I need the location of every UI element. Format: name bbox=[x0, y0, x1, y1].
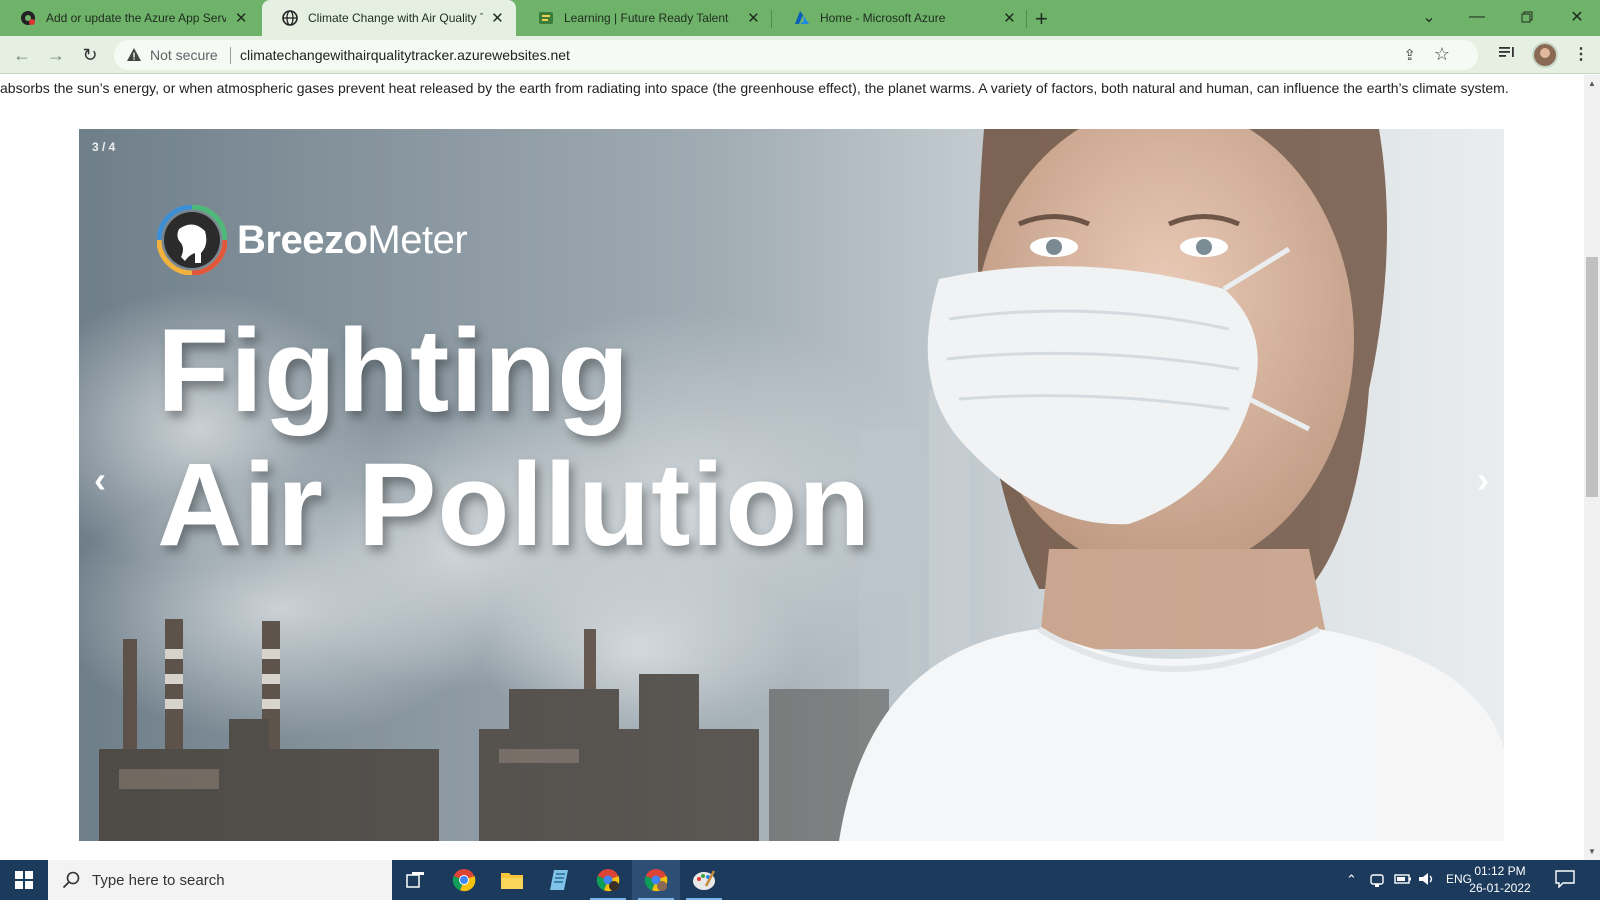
taskbar-notepad[interactable] bbox=[536, 860, 584, 900]
forward-button[interactable]: → bbox=[44, 43, 68, 67]
taskbar-chrome[interactable] bbox=[440, 860, 488, 900]
chrome-profile-icon bbox=[644, 869, 668, 892]
slide-counter: 3 / 4 bbox=[92, 140, 116, 154]
slide-prev-button[interactable]: ‹ bbox=[85, 459, 115, 501]
paint-palette-icon bbox=[693, 870, 716, 890]
page-scrollbar[interactable]: ▲ ▼ bbox=[1584, 75, 1600, 860]
share-icon[interactable]: ⇪ bbox=[1403, 46, 1416, 64]
reload-button[interactable]: ↻ bbox=[78, 43, 102, 67]
breezometer-elephant-icon bbox=[157, 205, 227, 275]
new-tab-button[interactable]: + bbox=[1035, 6, 1048, 32]
taskbar-paint[interactable] bbox=[680, 860, 728, 900]
headline-line-2: Air Pollution bbox=[157, 439, 872, 571]
close-tab-icon[interactable]: ✕ bbox=[232, 9, 250, 27]
taskbar-chrome-profile-2[interactable] bbox=[632, 860, 680, 900]
profile-avatar[interactable] bbox=[1532, 42, 1558, 68]
globe-icon bbox=[282, 10, 298, 26]
tab-learning[interactable]: Learning | Future Ready Talent ✕ bbox=[518, 0, 772, 36]
slide-next-button[interactable]: › bbox=[1468, 459, 1498, 501]
intro-paragraph: absorbs the sun’s energy, or when atmosp… bbox=[0, 80, 1509, 96]
tab-title: Learning | Future Ready Talent bbox=[564, 11, 729, 25]
chrome-profile-icon bbox=[596, 869, 620, 892]
taskbar-chrome-profile-1[interactable] bbox=[584, 860, 632, 900]
close-tab-icon[interactable]: ✕ bbox=[489, 9, 506, 27]
scroll-up-arrow-icon[interactable]: ▲ bbox=[1588, 79, 1596, 88]
tab-title: Home - Microsoft Azure bbox=[820, 11, 946, 25]
clock-date: 26-01-2022 bbox=[1469, 881, 1531, 895]
slideshow: 3 / 4 BreezoMeter Fighting Air Pollution… bbox=[79, 129, 1504, 841]
tab-title: Climate Change with Air Quality Tra bbox=[308, 11, 483, 25]
security-status[interactable]: Not secure bbox=[150, 47, 218, 63]
tab-divider bbox=[1026, 10, 1027, 28]
bookmark-star-icon[interactable]: ☆ bbox=[1434, 44, 1450, 65]
url-text[interactable]: climatechangewithairqualitytracker.azure… bbox=[240, 47, 570, 63]
logo-wordmark: BreezoMeter bbox=[237, 217, 468, 262]
taskbar-search-box[interactable]: Type here to search bbox=[48, 860, 392, 900]
tab-title: Add or update the Azure App Servic bbox=[46, 11, 227, 25]
scroll-thumb[interactable] bbox=[1586, 257, 1598, 497]
taskbar-file-explorer[interactable] bbox=[488, 860, 536, 900]
tab-search-chevron-icon[interactable]: ⌄ bbox=[1406, 0, 1452, 34]
tab-climate-change[interactable]: Climate Change with Air Quality Tra ✕ bbox=[262, 0, 516, 36]
address-divider bbox=[230, 47, 231, 64]
back-button[interactable]: ← bbox=[10, 43, 34, 67]
folder-icon bbox=[501, 873, 523, 889]
task-view-button[interactable] bbox=[392, 860, 440, 900]
windows-taskbar: Type here to search ⌃ ENG 01:12 PM 26-01… bbox=[0, 860, 1600, 900]
tab-azure-app-service[interactable]: Add or update the Azure App Servic ✕ bbox=[0, 0, 260, 36]
tab-microsoft-azure[interactable]: Home - Microsoft Azure ✕ bbox=[774, 0, 1028, 36]
show-hidden-icons-chevron[interactable]: ⌃ bbox=[1346, 872, 1357, 888]
scroll-down-arrow-icon[interactable]: ▼ bbox=[1588, 847, 1596, 856]
close-tab-icon[interactable]: ✕ bbox=[745, 9, 762, 27]
browser-toolbar: ← → ↻ Not secure climatechangewithairqua… bbox=[0, 36, 1600, 74]
breezometer-logo: BreezoMeter bbox=[157, 205, 468, 275]
clock-time: 01:12 PM bbox=[1474, 864, 1526, 878]
reading-list-icon[interactable] bbox=[1498, 44, 1516, 65]
windows-logo-icon bbox=[15, 871, 33, 889]
start-button[interactable] bbox=[0, 860, 48, 900]
browser-tabstrip: Add or update the Azure App Servic ✕ Cli… bbox=[0, 0, 1600, 36]
notepad-icon bbox=[550, 870, 568, 890]
headline-line-1: Fighting bbox=[157, 305, 631, 437]
volume-icon[interactable] bbox=[1418, 872, 1436, 889]
close-window-button[interactable]: ✕ bbox=[1554, 0, 1600, 34]
address-bar[interactable]: Not secure climatechangewithairqualitytr… bbox=[114, 40, 1478, 70]
slide-headline: Fighting Air Pollution bbox=[157, 304, 871, 572]
tab-divider bbox=[771, 10, 772, 28]
menu-kebab-icon[interactable]: ⋮ bbox=[1573, 44, 1589, 64]
github-icon bbox=[20, 10, 36, 26]
search-icon bbox=[62, 871, 80, 889]
minimize-button[interactable]: — bbox=[1454, 0, 1500, 34]
notification-center-icon[interactable] bbox=[1555, 870, 1575, 889]
task-view-icon bbox=[406, 872, 424, 888]
chrome-icon bbox=[452, 869, 476, 892]
system-clock[interactable]: 01:12 PM 26-01-2022 bbox=[1462, 863, 1538, 897]
page-viewport: absorbs the sun’s energy, or when atmosp… bbox=[0, 75, 1584, 860]
learning-icon bbox=[538, 10, 554, 26]
meet-now-icon[interactable] bbox=[1370, 872, 1384, 891]
warning-icon[interactable] bbox=[126, 47, 142, 63]
restore-button[interactable] bbox=[1504, 0, 1550, 34]
search-placeholder: Type here to search bbox=[92, 871, 225, 889]
azure-icon bbox=[794, 10, 810, 26]
close-tab-icon[interactable]: ✕ bbox=[1001, 9, 1018, 27]
battery-icon[interactable] bbox=[1394, 872, 1412, 889]
